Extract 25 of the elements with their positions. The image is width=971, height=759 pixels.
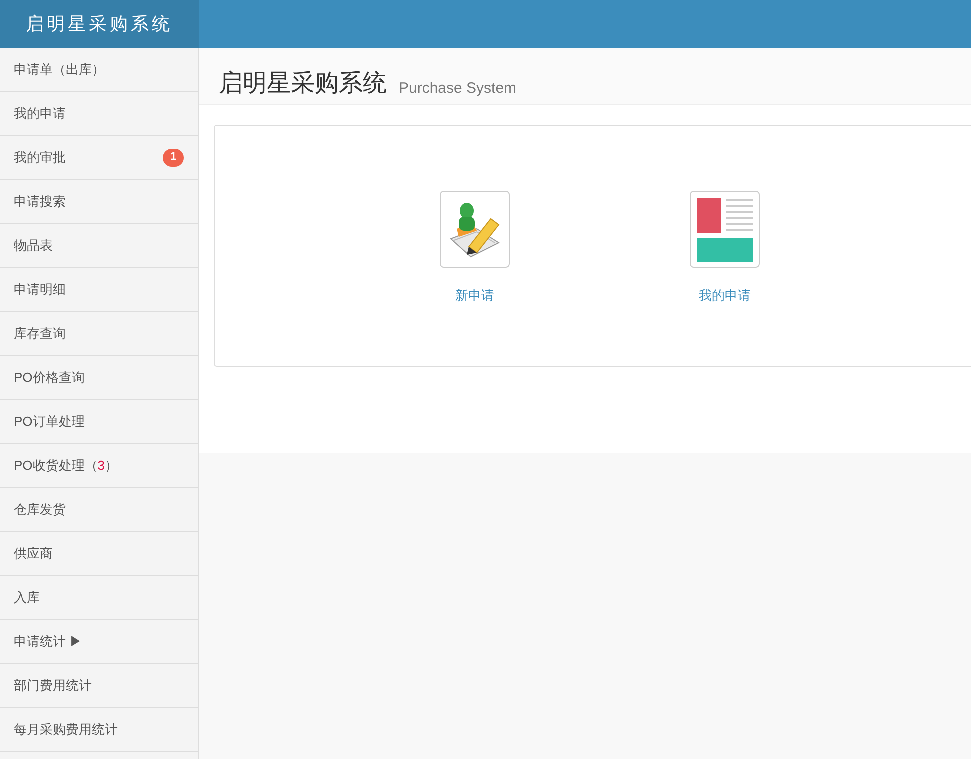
count-badge: 1 bbox=[163, 148, 184, 166]
shortcut-tile[interactable] bbox=[440, 191, 510, 268]
sidebar-item[interactable]: PO订单处理 bbox=[0, 400, 198, 444]
shortcut-tile[interactable] bbox=[690, 191, 760, 268]
sidebar-item[interactable]: 库存查询 bbox=[0, 312, 198, 356]
sidebar-item[interactable]: 每月采购费用统计 bbox=[0, 708, 198, 752]
document-layout-icon bbox=[697, 198, 753, 262]
sidebar-item[interactable]: 入库 bbox=[0, 576, 198, 620]
sidebar-item[interactable]: 我的审批 1 bbox=[0, 136, 198, 180]
sidebar-item[interactable]: 申请明细 bbox=[0, 268, 198, 312]
sidebar-item[interactable]: 申请单（出库） bbox=[0, 48, 198, 92]
sidebar-item[interactable]: 申请搜索 bbox=[0, 180, 198, 224]
shortcut-link[interactable]: 我的申请 bbox=[699, 286, 751, 306]
sidebar-item[interactable]: 申请统计 ▶ bbox=[0, 620, 198, 664]
brand-title: 启明星采购系统 bbox=[26, 12, 173, 36]
sidebar-item[interactable]: 供应商 bbox=[0, 532, 198, 576]
sidebar-item[interactable]: 物品表 bbox=[0, 224, 198, 268]
sidebar-item[interactable]: 部门费用统计 bbox=[0, 664, 198, 708]
sidebar-item[interactable]: PO价格查询 bbox=[0, 356, 198, 400]
sidebar-item[interactable]: 仓库发货 bbox=[0, 488, 198, 532]
shortcut-link[interactable]: 新申请 bbox=[456, 286, 494, 306]
page-subtitle: Purchase System bbox=[399, 81, 517, 96]
sidebar-item[interactable]: PO收货处理（3） bbox=[0, 444, 198, 488]
sidebar-item[interactable]: 我的申请 bbox=[0, 92, 198, 136]
page-title: 启明星采购系统 bbox=[219, 72, 387, 96]
